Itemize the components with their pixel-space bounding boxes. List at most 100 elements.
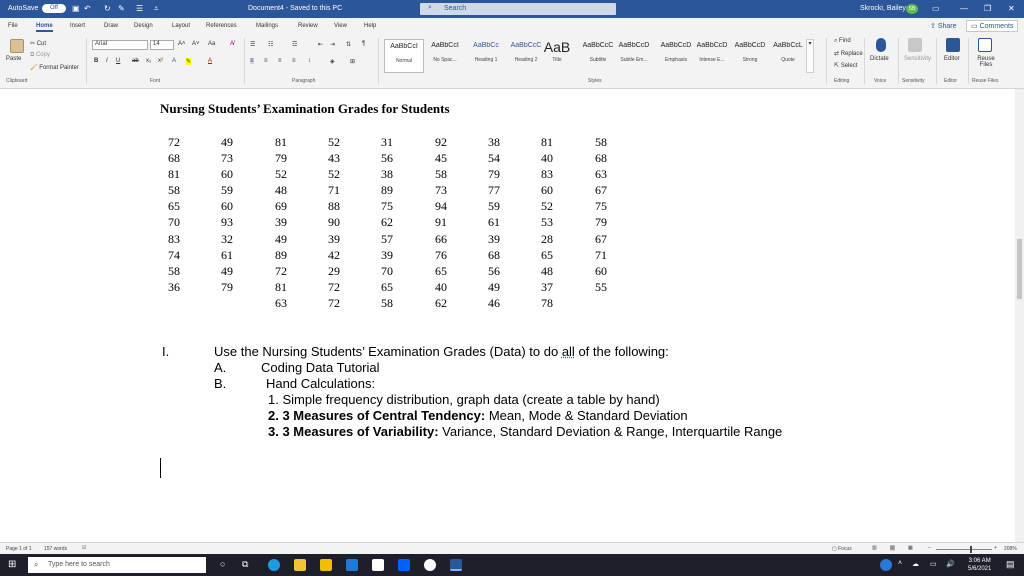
highlight-icon[interactable]: ✎ <box>186 58 192 65</box>
format-painter-button[interactable]: 🖌 Format Painter <box>30 64 79 71</box>
file-explorer-icon[interactable] <box>294 559 306 571</box>
align-left-icon[interactable]: ≡ <box>250 58 254 64</box>
dictate-label[interactable]: Dictate <box>870 56 889 62</box>
focus-button[interactable]: ▢ Focus <box>832 546 852 552</box>
find-button[interactable]: ⌕ Find <box>834 38 851 45</box>
edge-icon[interactable] <box>268 559 280 571</box>
scrollbar-thumb[interactable] <box>1017 239 1022 299</box>
reuse-files-icon[interactable] <box>978 38 992 52</box>
bold-icon[interactable]: B <box>94 58 98 64</box>
calendar-icon[interactable] <box>320 559 332 571</box>
style-11[interactable]: AaBbCcL Quote <box>768 39 808 73</box>
sensitivity-icon[interactable] <box>908 38 922 52</box>
chevron-up-icon[interactable]: ˄ <box>898 560 902 567</box>
text-effects-icon[interactable]: A <box>172 58 176 64</box>
style-1[interactable]: AaBbCcI Normal <box>384 39 424 73</box>
increase-indent-icon[interactable]: ⇥ <box>330 41 335 48</box>
style-2[interactable]: AaBbCcI No Spac... <box>425 39 465 73</box>
tab-review[interactable]: Review <box>298 23 318 29</box>
document-title[interactable]: Document4 - Saved to this PC <box>248 5 342 12</box>
app-icon[interactable] <box>424 559 436 571</box>
zoom-in-icon[interactable]: + <box>994 545 997 551</box>
underline-icon[interactable]: U <box>116 58 120 64</box>
style-8[interactable]: AaBbCcD Emphasis <box>656 39 696 73</box>
windows-start-icon[interactable]: ⊞ <box>8 559 16 570</box>
zoom-level[interactable]: 208% <box>1004 546 1017 552</box>
reuse-files-label[interactable]: Reuse Files <box>974 56 998 68</box>
pilcrow-icon[interactable]: ¶ <box>362 41 365 47</box>
print-layout-icon[interactable]: ▤ <box>890 545 895 551</box>
tab-mailings[interactable]: Mailings <box>256 23 278 29</box>
page-count[interactable]: Page 1 of 1 <box>6 546 32 552</box>
mail-icon[interactable] <box>346 559 358 571</box>
font-color-icon[interactable]: A <box>208 58 212 64</box>
style-5[interactable]: AaB Title <box>538 39 576 73</box>
amazon-icon[interactable] <box>372 559 384 571</box>
replace-button[interactable]: ⇄ Replace <box>834 50 863 57</box>
style-10[interactable]: AaBbCcD Strong <box>730 39 770 73</box>
editor-label[interactable]: Editor <box>944 56 960 62</box>
tab-home[interactable]: Home <box>36 23 53 32</box>
borders-icon[interactable]: ⊞ <box>350 58 355 65</box>
dropbox-icon[interactable] <box>398 559 410 571</box>
superscript-icon[interactable]: x² <box>158 58 163 64</box>
tab-file[interactable]: File <box>8 23 18 29</box>
network-icon[interactable]: ▭ <box>930 560 937 568</box>
customize-toolbar-icon[interactable]: ⩡ <box>154 4 159 14</box>
zoom-out-icon[interactable]: − <box>928 545 931 551</box>
undo-icon[interactable]: ↶ <box>84 4 91 13</box>
word-app-icon[interactable] <box>450 559 462 571</box>
align-center-icon[interactable]: ≡ <box>264 58 268 64</box>
read-mode-icon[interactable]: ▥ <box>872 545 877 551</box>
grow-font-icon[interactable]: A˄ <box>178 41 186 47</box>
clear-formatting-icon[interactable]: A̸ <box>230 41 234 47</box>
align-right-icon[interactable]: ≡ <box>278 58 282 64</box>
paste-icon[interactable] <box>10 39 24 53</box>
volume-icon[interactable]: 🔊 <box>946 560 955 568</box>
tab-layout[interactable]: Layout <box>172 23 190 29</box>
autosave-toggle[interactable]: Off <box>42 4 66 13</box>
task-view-icon[interactable]: ⧉ <box>242 559 248 570</box>
style-7[interactable]: AaBbCcD Subtle Em... <box>614 39 654 73</box>
style-6[interactable]: AaBbCcC Subtitle <box>578 39 618 73</box>
tab-references[interactable]: References <box>206 23 237 29</box>
font-size-select[interactable]: 14 <box>150 40 174 50</box>
notifications-icon[interactable]: ▤ <box>1006 559 1015 570</box>
select-button[interactable]: ⇱ Select <box>834 62 857 69</box>
sort-icon[interactable]: ⇅ <box>346 41 351 48</box>
subscript-icon[interactable]: x₂ <box>146 58 151 64</box>
proofing-icon[interactable]: ☑ <box>82 545 86 551</box>
web-layout-icon[interactable]: ▦ <box>908 545 913 551</box>
shrink-font-icon[interactable]: A˅ <box>192 41 200 47</box>
touch-mode-icon[interactable]: ✎ <box>118 4 125 13</box>
font-name-select[interactable]: Arial <box>92 40 148 50</box>
clock[interactable]: 3:06 AM 5/6/2021 <box>968 557 991 573</box>
user-name[interactable]: Skrocki, Bailey <box>860 5 906 12</box>
tab-view[interactable]: View <box>334 23 347 29</box>
ribbon-display-icon[interactable]: ▭ <box>932 4 940 13</box>
italic-icon[interactable]: I <box>106 58 108 64</box>
justify-icon[interactable]: ≡ <box>292 58 296 64</box>
save-icon[interactable]: ▣ <box>72 4 80 13</box>
bullets-icon[interactable]: ☰ <box>250 41 255 48</box>
vertical-scrollbar[interactable] <box>1015 89 1024 542</box>
microphone-icon[interactable] <box>876 38 886 52</box>
paste-label[interactable]: Paste <box>6 56 21 62</box>
comments-button[interactable]: ▭ Comments <box>966 20 1019 32</box>
taskbar-search[interactable]: ⌕ Type here to search <box>28 557 206 573</box>
search-box[interactable]: ⌕ Search <box>420 3 616 15</box>
document-page[interactable]: Nursing Students’ Examination Grades for… <box>0 89 1024 542</box>
numbering-icon[interactable]: ☷ <box>268 41 273 48</box>
zoom-slider[interactable] <box>936 549 992 550</box>
cortana-icon[interactable]: ○ <box>220 559 225 569</box>
restore-icon[interactable]: ❐ <box>984 4 991 13</box>
close-icon[interactable]: ✕ <box>1008 4 1015 13</box>
tab-draw[interactable]: Draw <box>104 23 118 29</box>
minimize-icon[interactable]: — <box>960 4 968 13</box>
onedrive-icon[interactable]: ☁ <box>912 560 919 568</box>
tab-insert[interactable]: Insert <box>70 23 85 29</box>
styles-scroll-icon[interactable]: ▾ <box>806 39 814 73</box>
editor-icon[interactable] <box>946 38 960 52</box>
avatar[interactable]: SB <box>906 4 918 14</box>
shading-icon[interactable]: ◈ <box>330 58 335 65</box>
